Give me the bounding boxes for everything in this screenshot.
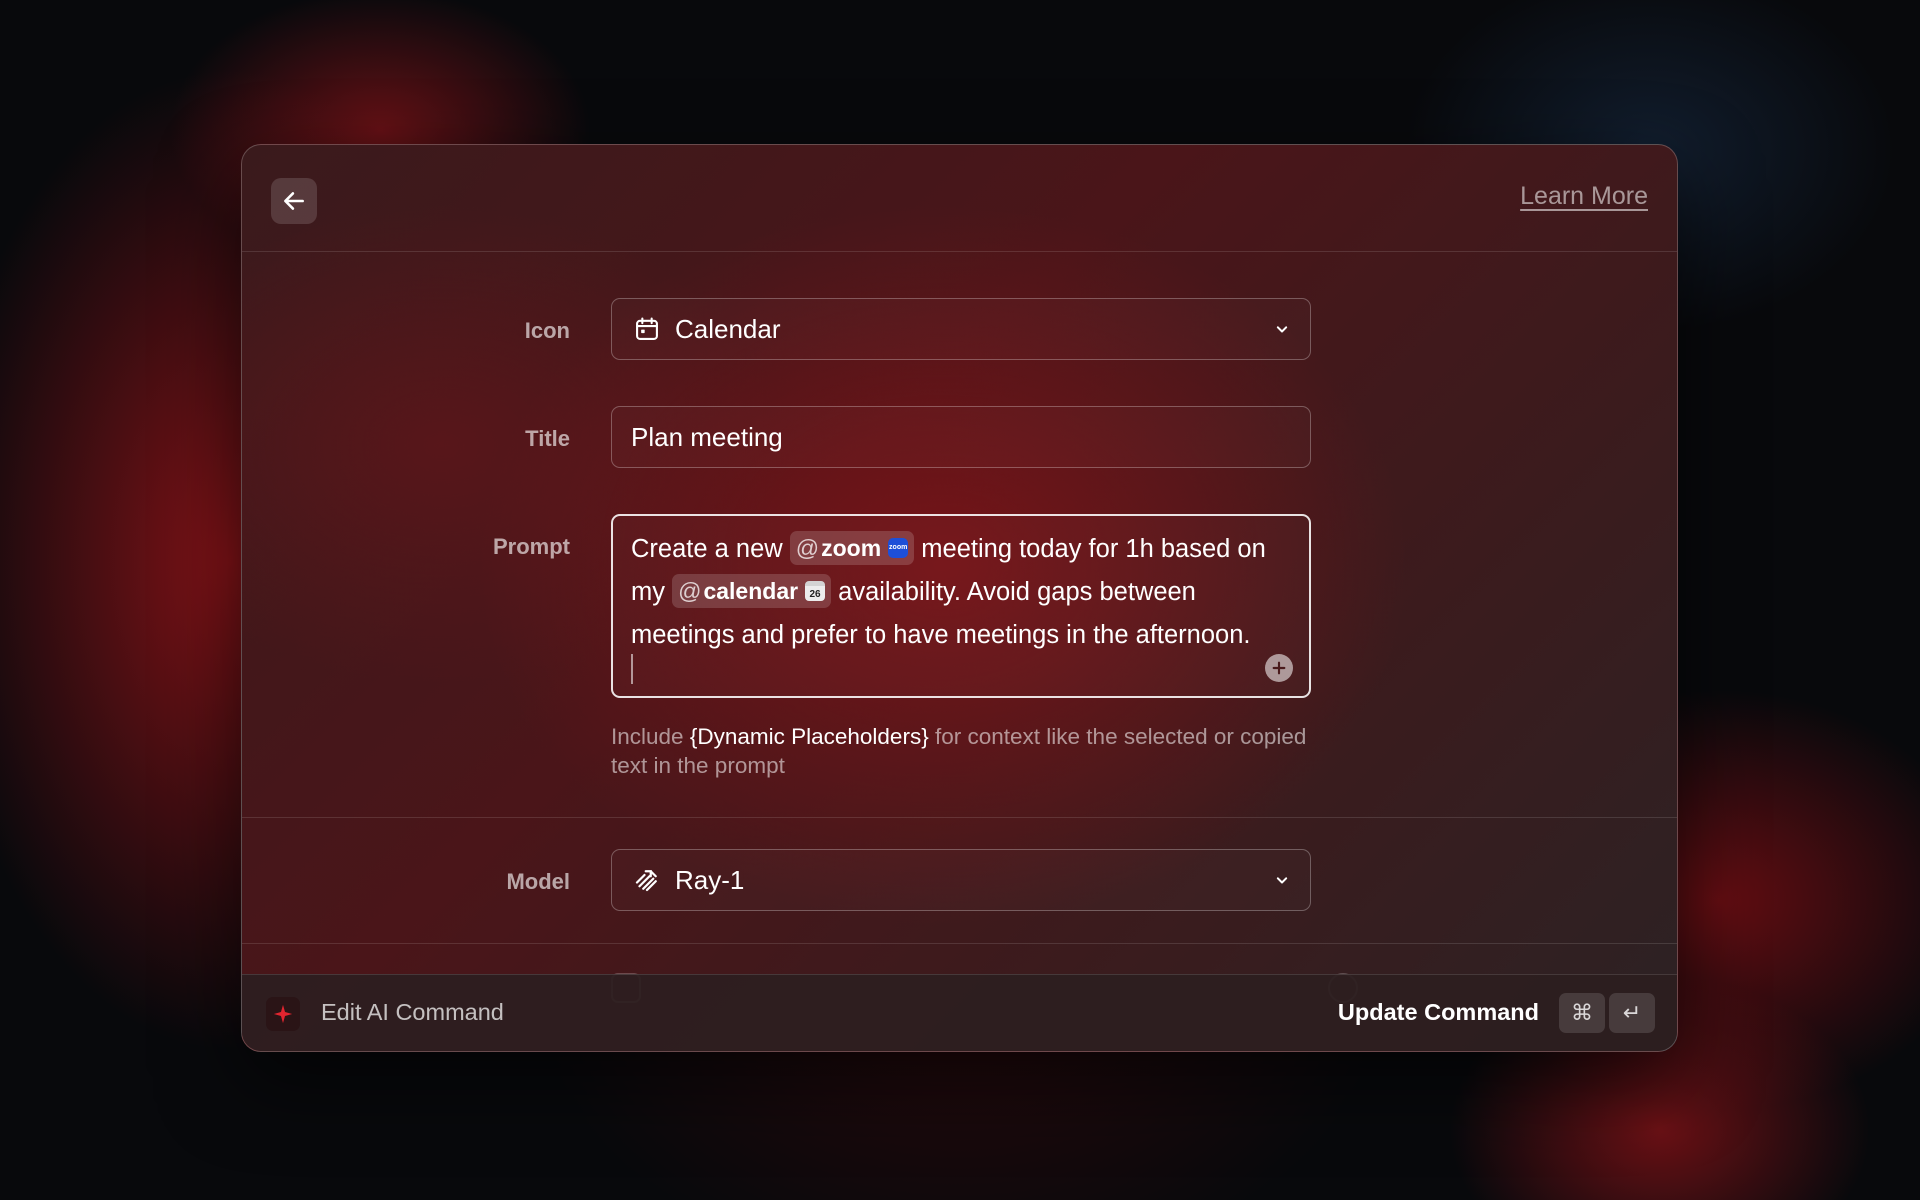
icon-label: Icon [524, 318, 570, 343]
prompt-text-part: Create a new [631, 535, 783, 563]
text-caret [631, 654, 633, 684]
action-bar: Edit AI Command Update Command ⌘ ↵ [242, 974, 1677, 1051]
ray-model-icon [631, 864, 663, 896]
mention-label: zoom [821, 535, 882, 561]
learn-more-link[interactable]: Learn More [1520, 182, 1648, 211]
mention-chip-calendar[interactable]: @ calendar 26 [672, 574, 832, 608]
title-label: Title [525, 426, 570, 451]
chevron-down-icon [1276, 877, 1288, 884]
update-command-button[interactable]: Update Command [1338, 999, 1539, 1026]
arrow-left-icon [284, 192, 304, 210]
section-divider [242, 943, 1677, 944]
at-sign: @ [795, 535, 820, 561]
prompt-label: Prompt [493, 534, 570, 559]
prompt-hint: Include {Dynamic Placeholders} for conte… [611, 722, 1331, 780]
plus-icon [1272, 661, 1286, 675]
section-divider [242, 817, 1677, 818]
icon-select-value: Calendar [675, 313, 781, 344]
mention-label: calendar [703, 578, 799, 604]
title-input[interactable]: Plan meeting [611, 406, 1311, 468]
hint-placeholder-highlight: {Dynamic Placeholders} [689, 724, 929, 749]
hint-text: Include [611, 724, 684, 749]
icon-select[interactable]: Calendar [611, 298, 1311, 360]
command-key-icon: ⌘ [1559, 993, 1605, 1033]
calendar-icon [631, 313, 663, 345]
sparkle-icon [266, 997, 300, 1031]
model-select-value: Ray-1 [675, 864, 745, 895]
action-bar-title: Edit AI Command [321, 999, 504, 1025]
prompt-textarea[interactable]: Create a new @ zoom zoom meeting today for… [611, 514, 1311, 698]
mention-chip-zoom[interactable]: @ zoom zoom [789, 531, 915, 565]
edit-ai-command-window: Learn More Icon Calendar Title Plan meet… [241, 144, 1678, 1052]
add-placeholder-button[interactable] [1265, 654, 1293, 682]
model-label: Model [506, 869, 570, 894]
calendar-app-icon: 26 [805, 581, 826, 601]
model-select[interactable]: Ray-1 [611, 849, 1311, 911]
enter-key-icon: ↵ [1609, 993, 1655, 1033]
back-button[interactable] [271, 178, 317, 224]
at-sign: @ [678, 578, 702, 604]
zoom-icon: zoom [888, 538, 909, 558]
chevron-down-icon [1276, 326, 1288, 333]
prompt-text: Create a new @ zoom zoom meeting today for… [631, 528, 1293, 657]
window-header: Learn More [242, 145, 1677, 252]
title-input-value: Plan meeting [631, 421, 783, 452]
